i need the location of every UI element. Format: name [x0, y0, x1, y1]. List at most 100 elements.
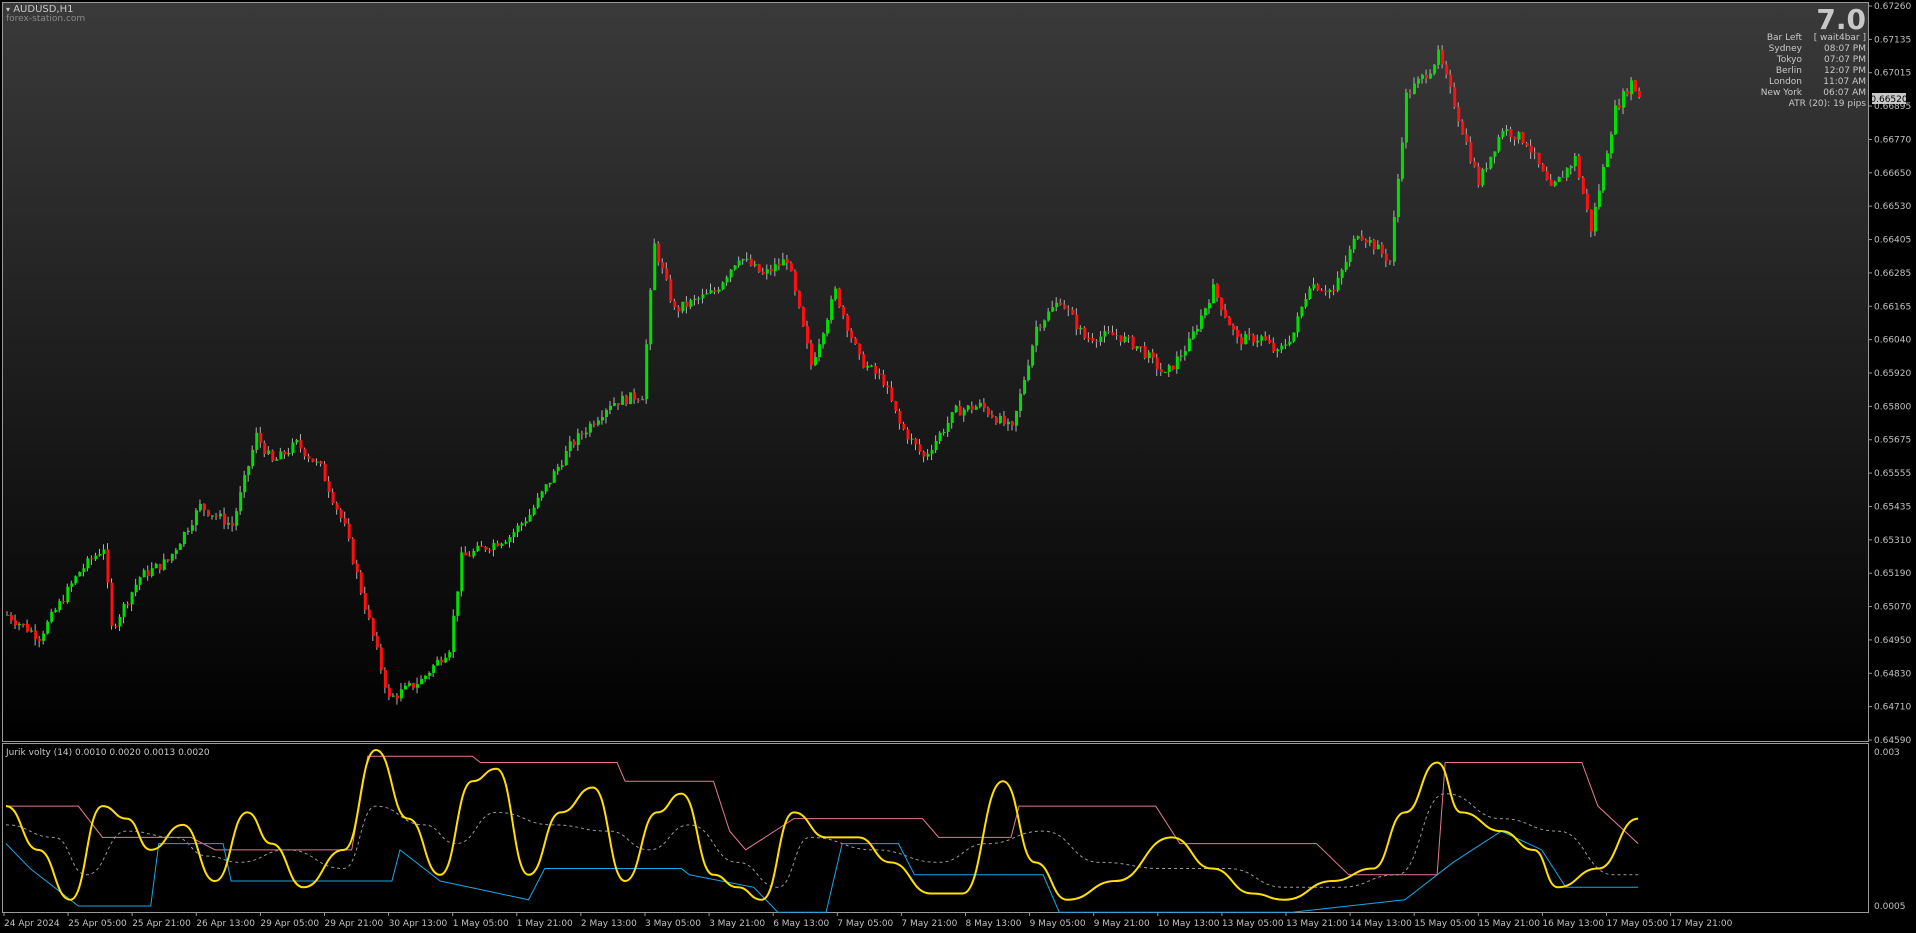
candle [1400, 137, 1404, 182]
time-tick-label: 13 May 05:00 [1222, 919, 1284, 929]
price-tick-label: 0.65675 [1874, 436, 1911, 446]
session-name: London [1769, 77, 1802, 87]
candle [830, 295, 834, 324]
price-tick-label: 0.64590 [1874, 736, 1911, 746]
time-tick-label: 3 May 21:00 [709, 919, 765, 929]
time-tick-label: 17 May 05:00 [1607, 919, 1669, 929]
time-tick-label: 25 Apr 21:00 [132, 919, 191, 929]
session-row: Bar Left [ wait4bar ] [1746, 33, 1866, 44]
indicator-tick-label: 0.003 [1874, 748, 1900, 758]
time-tick-label: 9 May 05:00 [1030, 919, 1086, 929]
candle [1581, 176, 1585, 195]
indicator-tick-label: 0.0005 [1874, 902, 1906, 912]
time-tick-label: 1 May 21:00 [517, 919, 573, 929]
session-time: 12:07 PM [1824, 66, 1866, 76]
price-tag: 0.66520 [1870, 93, 1908, 105]
session-row: New York 06:07 AM [1746, 88, 1866, 99]
candle [838, 287, 842, 309]
candle [311, 458, 315, 463]
price-tick-label: 0.65435 [1874, 502, 1911, 512]
collapse-triangle-icon[interactable]: ▾ [6, 5, 10, 14]
candle [721, 281, 725, 291]
candle [271, 449, 275, 463]
candle [106, 543, 110, 589]
time-tick-label: 26 Apr 13:00 [196, 919, 255, 929]
time-tick-label: 16 May 13:00 [1542, 919, 1604, 929]
price-tick-label: 0.65310 [1874, 536, 1911, 546]
time-tick-label: 6 May 13:00 [773, 919, 829, 929]
candle [1083, 326, 1087, 340]
candle [954, 404, 958, 413]
candle [1521, 131, 1525, 145]
watermark: forex-station.com [6, 14, 86, 24]
candle [460, 546, 464, 597]
candle [1593, 202, 1597, 237]
candle [351, 537, 355, 565]
session-time: 11:07 AM [1823, 77, 1866, 87]
session-time: 07:07 PM [1824, 55, 1866, 65]
time-tick-label: 10 May 13:00 [1158, 919, 1220, 929]
price-tick-label: 0.67260 [1874, 2, 1911, 12]
price-tick-label: 0.65555 [1874, 469, 1911, 479]
candle [46, 619, 50, 635]
price-tick-label: 0.65800 [1874, 402, 1911, 412]
candle [1392, 210, 1396, 266]
time-axis: 24 Apr 2024 25 Apr 05:00 25 Apr 21:00 26 Ap… [3, 912, 1733, 929]
session-name: New York [1760, 88, 1802, 98]
session-row: Berlin 12:07 PM [1746, 66, 1866, 77]
indicator-title: Jurik volty (14) 0.0010 0.0020 0.0013 0.… [6, 748, 210, 758]
time-tick-label: 1 May 05:00 [453, 919, 509, 929]
candle [1481, 167, 1485, 188]
candle [1461, 119, 1465, 135]
session-name: Bar Left [1766, 33, 1802, 43]
info-big-value: 7.0 [1816, 3, 1866, 36]
candle [653, 238, 657, 291]
candle [78, 571, 82, 577]
candle [1634, 79, 1638, 92]
time-tick-label: 2 May 13:00 [581, 919, 637, 929]
candle [110, 578, 114, 630]
time-tick-label: 8 May 13:00 [966, 919, 1022, 929]
candle [649, 288, 653, 351]
time-tick-label: 15 May 05:00 [1414, 919, 1476, 929]
session-name: Tokyo [1776, 55, 1802, 65]
session-time: 08:07 PM [1824, 44, 1866, 54]
time-tick-label: 3 May 05:00 [645, 919, 701, 929]
price-tick-label: 0.66650 [1874, 169, 1911, 179]
candle [1557, 176, 1561, 183]
candle [629, 392, 633, 405]
atr-label: ATR (20): 19 pips [1788, 99, 1866, 109]
session-name: Sydney [1768, 44, 1802, 54]
candle [1131, 335, 1135, 350]
time-tick-label: 15 May 21:00 [1478, 919, 1540, 929]
candle [1489, 156, 1493, 170]
candle [1228, 315, 1232, 326]
session-time: 06:07 AM [1823, 88, 1866, 98]
candle [1292, 332, 1296, 343]
price-tick-label: 0.64830 [1874, 669, 1911, 679]
price-tick-label: 0.65070 [1874, 603, 1911, 613]
time-tick-label: 9 May 21:00 [1094, 919, 1150, 929]
candle [1404, 88, 1408, 149]
price-tick-label: 0.64710 [1874, 703, 1911, 713]
price-tick-label: 0.66040 [1874, 336, 1911, 346]
session-row: Tokyo 07:07 PM [1746, 55, 1866, 66]
candle [757, 263, 761, 273]
time-tick-label: 14 May 13:00 [1350, 919, 1412, 929]
candle [323, 461, 327, 482]
session-time: [ wait4bar ] [1813, 33, 1866, 43]
price-tick-label: 0.64950 [1874, 636, 1911, 646]
candle [359, 570, 363, 596]
indicator-axis: 0.003 0.0005 [1874, 748, 1906, 912]
price-axis: 0.672600.671350.670150.668950.667700.666… [1868, 2, 1911, 746]
price-tick-label: 0.65190 [1874, 569, 1911, 579]
price-tick-label: 0.65920 [1874, 369, 1911, 379]
time-tick-label: 30 Apr 13:00 [389, 919, 448, 929]
session-name: Berlin [1775, 66, 1802, 76]
time-tick-label: 25 Apr 05:00 [68, 919, 127, 929]
time-tick-label: 17 May 21:00 [1671, 919, 1733, 929]
session-clock-panel: Bar Left [ wait4bar ] Sydney 08:07 PM Tokyo 0… [1746, 33, 1866, 99]
candle [1601, 164, 1605, 193]
time-tick-label: 24 Apr 2024 [4, 919, 60, 929]
main-chart-background [2, 2, 1868, 742]
